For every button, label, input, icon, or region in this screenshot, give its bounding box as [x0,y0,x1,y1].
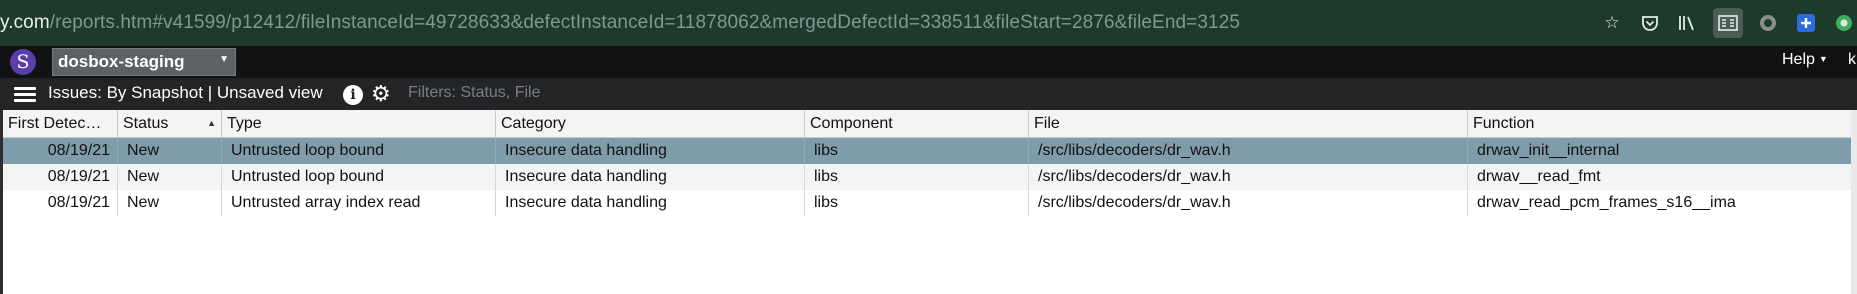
hamburger-menu-icon[interactable] [14,87,36,102]
caret-down-icon: ▼ [219,54,229,65]
pocket-icon[interactable] [1637,10,1663,36]
issues-table: First Detec… Status ▲ Type Category Compo… [0,110,1857,294]
component-cell: libs [805,190,1029,216]
first-detected-cell: 08/19/21 [3,190,118,216]
table-header: First Detec… Status ▲ Type Category Compo… [3,110,1854,138]
star-icon[interactable]: ☆ [1599,10,1625,36]
user-menu[interactable]: k [1848,51,1856,69]
status-cell: New [118,138,222,164]
browser-toolbar-icons: ☆ [1587,0,1857,46]
first-detected-cell: 08/19/21 [3,164,118,190]
file-cell: /src/libs/decoders/dr_wav.h [1029,164,1468,190]
project-name: dosbox-staging [58,52,185,71]
type-cell: Untrusted loop bound [222,164,496,190]
category-cell: Insecure data handling [496,164,805,190]
category-cell: Insecure data handling [496,190,805,216]
table-row[interactable]: 08/19/21 New Untrusted loop bound Insecu… [3,138,1854,164]
status-cell: New [118,190,222,216]
browser-url-bar[interactable]: y.com/reports.htm#v41599/p12412/fileInst… [0,0,1857,46]
filters-summary[interactable]: Filters: Status, File [408,84,540,102]
status-cell: New [118,164,222,190]
table-row[interactable]: 08/19/21 New Untrusted array index read … [3,190,1854,216]
file-cell: /src/libs/decoders/dr_wav.h [1029,190,1468,216]
column-header-status[interactable]: Status ▲ [118,110,222,137]
column-header-file[interactable]: File [1029,110,1468,137]
library-icon[interactable] [1675,10,1701,36]
column-header-category[interactable]: Category [496,110,805,137]
type-cell: Untrusted array index read [222,190,496,216]
table-row[interactable]: 08/19/21 New Untrusted loop bound Insecu… [3,164,1854,190]
file-cell: /src/libs/decoders/dr_wav.h [1029,138,1468,164]
function-cell: drwav__read_fmt [1468,164,1854,190]
column-header-first-detected[interactable]: First Detec… [3,110,118,137]
component-cell: libs [805,138,1029,164]
component-cell: libs [805,164,1029,190]
function-cell: drwav_read_pcm_frames_s16__ima [1468,190,1854,216]
sort-ascending-icon: ▲ [207,118,216,128]
app-header: S dosbox-staging ▼ Help ▼ k [0,46,1857,78]
issues-toolbar: Issues: By Snapshot | Unsaved view i ⚙ F… [0,78,1857,110]
function-cell: drwav_init__internal [1468,138,1854,164]
extension-plus-icon[interactable] [1793,10,1819,36]
vertical-scrollbar[interactable] [1851,110,1857,294]
reader-view-icon[interactable] [1713,8,1743,38]
url-text[interactable]: y.com/reports.htm#v41599/p12412/fileInst… [0,12,1240,34]
column-header-type[interactable]: Type [222,110,496,137]
category-cell: Insecure data handling [496,138,805,164]
caret-down-icon: ▼ [1818,54,1828,64]
first-detected-cell: 08/19/21 [3,138,118,164]
app-logo-icon[interactable]: S [10,49,36,75]
gear-icon[interactable]: ⚙ [371,82,391,106]
project-selector[interactable]: dosbox-staging ▼ [52,48,236,76]
info-icon[interactable]: i [343,85,363,105]
view-title[interactable]: Issues: By Snapshot | Unsaved view [48,83,323,103]
extension-green-icon[interactable] [1831,10,1857,36]
type-cell: Untrusted loop bound [222,138,496,164]
column-header-function[interactable]: Function [1468,110,1854,137]
help-menu[interactable]: Help ▼ [1782,51,1828,69]
column-header-component[interactable]: Component [805,110,1029,137]
firefox-account-icon[interactable] [1755,10,1781,36]
